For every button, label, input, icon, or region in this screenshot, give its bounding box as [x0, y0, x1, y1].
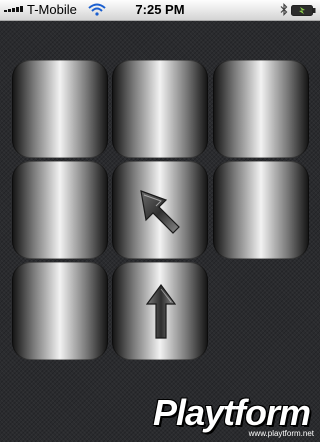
empty-slot[interactable]: [213, 262, 309, 360]
arrow-up-icon: [146, 284, 176, 339]
bluetooth-icon: [280, 3, 288, 16]
watermark: Playtform www.playtform.net: [153, 392, 316, 438]
watermark-logo: Playtform: [152, 392, 311, 433]
puzzle-tile[interactable]: [213, 161, 309, 259]
puzzle-tile[interactable]: [213, 60, 309, 158]
puzzle-tile[interactable]: [12, 262, 108, 360]
status-bar: T-Mobile 7:25 PM: [0, 0, 320, 21]
watermark-url: www.playtform.net: [248, 429, 314, 438]
puzzle-tile[interactable]: [112, 60, 208, 158]
battery-charging-icon: [291, 5, 316, 16]
puzzle-tile[interactable]: [112, 262, 208, 360]
puzzle-tile[interactable]: [112, 161, 208, 259]
arrow-up-left-icon: [140, 190, 180, 234]
clock: 7:25 PM: [135, 2, 185, 17]
puzzle-tile[interactable]: [12, 161, 108, 259]
puzzle-tile[interactable]: [12, 60, 108, 158]
